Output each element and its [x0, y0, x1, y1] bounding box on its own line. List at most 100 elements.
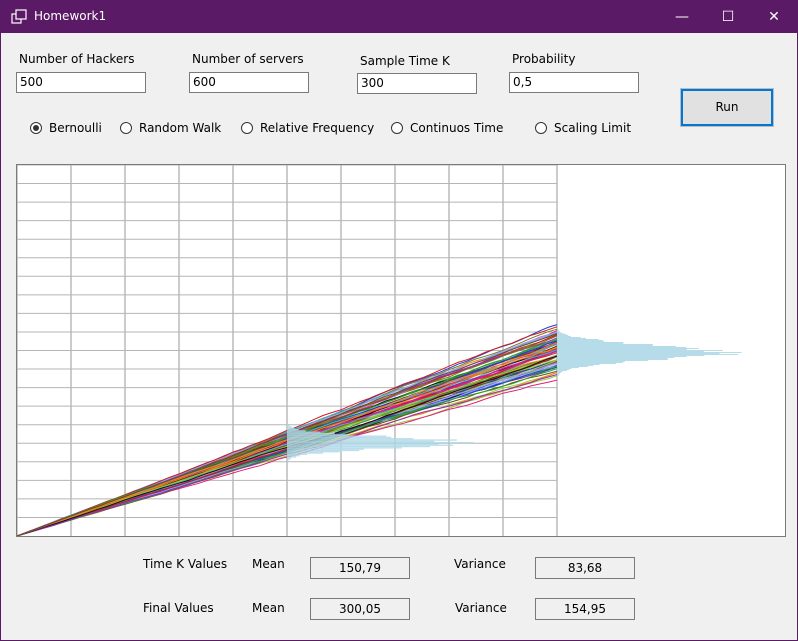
histogram-bar-final [557, 332, 561, 333]
histogram-bar-time-k [287, 447, 402, 449]
final-variance-value: 154,95 [535, 598, 635, 620]
histogram-bar-final [557, 339, 599, 340]
histogram-bar-final [557, 356, 687, 357]
histogram-bar-time-k [287, 438, 414, 440]
histogram-bar-final [557, 364, 600, 365]
histogram-bar-time-k [287, 440, 435, 442]
histogram-bar-final [557, 348, 699, 349]
histogram-bar-final [557, 349, 687, 350]
histogram-bar-final [557, 353, 720, 354]
close-button[interactable]: ✕ [751, 1, 797, 33]
histogram-bar-final [557, 355, 705, 356]
app-window: Homework1 — ☐ ✕ Number of Hackers 500 Nu… [0, 0, 798, 641]
radio-circle-scaling-limit [535, 122, 547, 134]
histogram-bar-final [557, 336, 571, 337]
histogram-bar-final [557, 333, 564, 334]
histogram-bar-final [557, 357, 675, 358]
time-k-mean-value: 150,79 [310, 557, 410, 579]
histogram-bar-time-k [287, 434, 348, 436]
histogram-bar-time-k [287, 423, 289, 426]
radio-circle-random-walk [120, 122, 132, 134]
histogram-bar-final [557, 340, 603, 341]
histogram-bar-final [557, 367, 579, 368]
histogram-bar-time-k [287, 458, 290, 461]
sample-time-label: Sample Time K [360, 54, 450, 68]
histogram-bar-final [557, 343, 624, 344]
histogram-bar-final [557, 359, 669, 360]
run-button[interactable]: Run [680, 88, 774, 127]
histogram-bar-time-k [287, 460, 289, 462]
window-title: Homework1 [34, 9, 107, 23]
hackers-input[interactable]: 500 [16, 72, 146, 93]
hackers-label: Number of Hackers [19, 52, 135, 66]
app-icon [11, 9, 27, 24]
probability-label: Probability [512, 52, 576, 66]
servers-label: Number of servers [192, 52, 304, 66]
radio-label-continuos-time: Continuos Time [410, 121, 504, 135]
histogram-bar-final [557, 369, 570, 370]
maximize-button[interactable]: ☐ [705, 1, 751, 33]
radio-selected-dot [33, 125, 39, 131]
histogram-bar-final [557, 352, 742, 353]
histogram-bar-final [557, 350, 723, 351]
histogram-bar-time-k [287, 436, 392, 439]
histogram-bar-time-k [287, 439, 457, 441]
histogram-bar-time-k [287, 456, 296, 458]
histogram-bar-final [557, 347, 687, 348]
histogram-bar-final [557, 372, 561, 373]
histogram-bar-time-k [287, 443, 439, 445]
histogram-bar-time-k [287, 435, 387, 437]
histogram-bar-final [557, 363, 616, 364]
histogram-bar-time-k [287, 445, 431, 448]
servers-input[interactable]: 600 [189, 72, 309, 93]
histogram-bar-final [557, 335, 569, 336]
time-k-label: Time K Values [143, 557, 228, 571]
histogram-bar-final [557, 346, 676, 347]
time-k-variance-value: 83,68 [535, 557, 635, 579]
histogram-bar-time-k [287, 455, 300, 457]
histogram-bar-time-k [287, 425, 290, 427]
time-k-variance-label: Variance [454, 557, 506, 571]
histogram-bar-final [557, 338, 586, 339]
histogram-bar-time-k [287, 430, 306, 432]
radio-label-random-walk: Random Walk [139, 121, 222, 135]
histogram-bar-time-k [287, 444, 453, 446]
histogram-bar-time-k [287, 457, 292, 459]
time-k-mean-label: Mean [252, 557, 285, 571]
histogram-bar-final [557, 344, 653, 345]
histogram-bar-final [557, 345, 653, 346]
histogram-bar-time-k [287, 427, 295, 429]
histogram-bar-final [557, 373, 560, 374]
final-mean-value: 300,05 [310, 598, 410, 620]
histogram-bar-final [557, 368, 572, 369]
histogram-bar-final [557, 375, 559, 376]
probability-input[interactable]: 0,5 [509, 72, 639, 93]
histogram-bar-time-k [287, 442, 474, 444]
histogram-bar-final [557, 328, 558, 329]
histogram-bar-final [557, 331, 560, 332]
histogram-bar-final [557, 371, 563, 372]
histogram-bar-time-k [287, 431, 321, 433]
radio-label-bernoulli: Bernoulli [49, 121, 102, 135]
histogram-bar-time-k [287, 448, 365, 450]
radio-circle-continuos-time [391, 122, 403, 134]
radio-circle-relative-frequency [241, 122, 253, 134]
minimize-button[interactable]: — [659, 1, 705, 33]
radio-circle-bernoulli [30, 122, 42, 134]
histogram-bar-final [557, 376, 558, 377]
histogram-bar-final [557, 337, 581, 338]
sample-time-input[interactable]: 300 [357, 73, 477, 94]
histogram-bar-final [557, 341, 605, 342]
final-mean-label: Mean [252, 601, 285, 615]
histogram-bar-final [557, 366, 588, 367]
histogram-bar-final [557, 334, 567, 335]
histogram-bar-final [557, 365, 594, 366]
radio-label-relative-frequency: Relative Frequency [260, 121, 375, 135]
title-bar: Homework1 — ☐ ✕ [1, 1, 797, 33]
simulation-plot [16, 164, 786, 537]
histogram-bar-final [557, 351, 704, 352]
histogram-bar-final [557, 329, 559, 330]
histogram-bar-time-k [287, 451, 340, 453]
histogram-bar-time-k [287, 449, 360, 452]
histogram-bar-final [557, 362, 623, 363]
